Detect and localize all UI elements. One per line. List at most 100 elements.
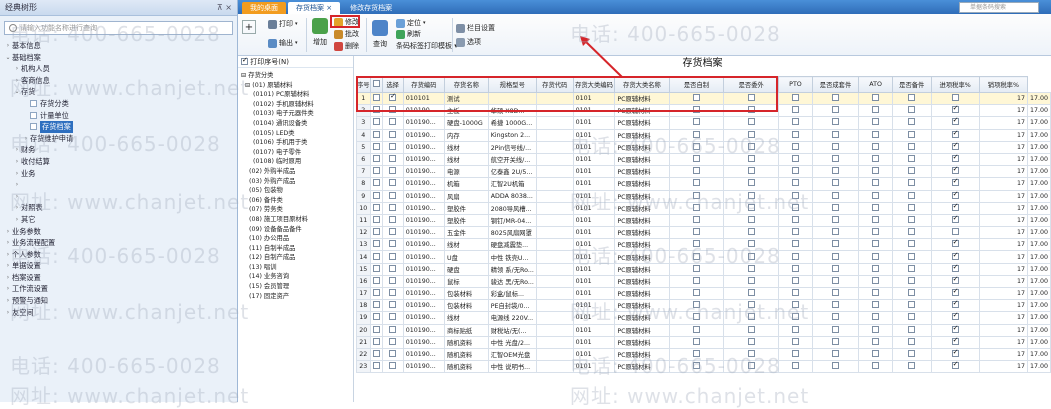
flag-checkbox[interactable]	[908, 167, 916, 175]
flag-checkbox-cell[interactable]	[723, 140, 780, 154]
flag-checkbox[interactable]	[791, 362, 799, 370]
flag-checkbox-cell[interactable]	[778, 238, 813, 252]
flag-checkbox-cell[interactable]	[930, 201, 980, 215]
flag-checkbox-cell[interactable]	[778, 311, 813, 325]
row-checkbox[interactable]	[372, 155, 380, 163]
flag-checkbox-cell[interactable]	[778, 250, 813, 264]
flag-checkbox-cell[interactable]	[858, 189, 893, 203]
select-checkbox[interactable]	[389, 313, 397, 321]
flag-checkbox-cell[interactable]	[891, 238, 932, 252]
flag-checkbox-cell[interactable]	[930, 104, 980, 118]
flag-checkbox-cell[interactable]	[930, 347, 980, 362]
row-checkbox-cell[interactable]	[369, 165, 383, 179]
flag-checkbox-cell[interactable]	[668, 323, 725, 337]
flag-checkbox[interactable]	[692, 240, 700, 248]
flag-checkbox[interactable]	[747, 191, 755, 199]
table-row[interactable]: 18 010190...包装材料PE自封袋/0... 0101PC原辅材料 1717.…	[356, 299, 1051, 313]
select-cell[interactable]	[381, 262, 404, 276]
flag-checkbox-cell[interactable]	[930, 274, 980, 289]
table-row[interactable]: 21 010190...随机资料中性 光盘/2... 0101PC原辅材料 1717.…	[356, 335, 1051, 349]
sidebar-item[interactable]: 存货档案	[4, 121, 237, 133]
select-checkbox[interactable]	[389, 325, 397, 333]
sidebar-item[interactable]: 计量单位	[4, 110, 237, 122]
flag-checkbox[interactable]	[747, 289, 755, 297]
category-node[interactable]: (05) 包装物	[241, 186, 353, 196]
column-header[interactable]: PTO	[778, 76, 813, 93]
flag-checkbox[interactable]	[832, 325, 840, 333]
flag-checkbox-cell[interactable]	[668, 128, 725, 142]
row-checkbox[interactable]	[372, 325, 380, 333]
flag-checkbox[interactable]	[692, 276, 700, 284]
flag-checkbox[interactable]	[951, 337, 959, 345]
flag-checkbox-cell[interactable]	[811, 152, 860, 167]
flag-checkbox-cell[interactable]	[811, 165, 860, 179]
select-cell[interactable]	[381, 177, 404, 191]
flag-checkbox[interactable]	[692, 325, 700, 333]
flag-checkbox-cell[interactable]	[858, 262, 893, 276]
flag-checkbox[interactable]	[908, 240, 916, 248]
flag-checkbox[interactable]	[832, 130, 840, 138]
flag-checkbox[interactable]	[908, 325, 916, 333]
flag-checkbox-cell[interactable]	[778, 152, 813, 167]
row-checkbox[interactable]	[372, 301, 380, 309]
flag-checkbox[interactable]	[872, 252, 880, 260]
flag-checkbox-cell[interactable]	[891, 104, 932, 118]
chevron-right-icon[interactable]: ›	[22, 133, 30, 145]
chevron-right-icon[interactable]: ›	[13, 144, 21, 156]
category-node[interactable]: (14) 业务咨询	[241, 272, 353, 282]
sidebar-item[interactable]: › 收付结算	[4, 156, 237, 168]
row-checkbox-cell[interactable]	[369, 274, 383, 289]
select-checkbox[interactable]	[389, 264, 397, 272]
row-checkbox-cell[interactable]	[369, 262, 383, 276]
flag-checkbox[interactable]	[951, 154, 959, 163]
table-row[interactable]: 5 010190...线材2Pin信号线/... 0101PC原辅材料 1717.00	[356, 140, 1051, 154]
flag-checkbox-cell[interactable]	[811, 360, 860, 374]
flag-checkbox-cell[interactable]	[811, 262, 860, 276]
row-checkbox[interactable]	[372, 142, 380, 150]
flag-checkbox[interactable]	[692, 215, 700, 223]
flag-checkbox-cell[interactable]	[858, 250, 893, 264]
flag-checkbox-cell[interactable]	[811, 274, 860, 289]
flag-checkbox-cell[interactable]	[930, 335, 980, 349]
flag-checkbox[interactable]	[692, 130, 700, 138]
row-checkbox[interactable]	[372, 130, 380, 138]
select-checkbox[interactable]	[389, 191, 397, 199]
flag-checkbox[interactable]	[791, 337, 799, 345]
flag-checkbox[interactable]	[872, 325, 880, 333]
flag-checkbox[interactable]	[908, 350, 916, 358]
flag-checkbox-cell[interactable]	[778, 262, 813, 276]
flag-checkbox[interactable]	[872, 289, 880, 297]
column-header[interactable]: 是否成套件	[811, 76, 860, 93]
flag-checkbox-cell[interactable]	[778, 335, 813, 349]
flag-checkbox-cell[interactable]	[891, 286, 932, 301]
sidebar-item[interactable]: › 基本信息	[4, 40, 237, 52]
sidebar-item[interactable]: › 友空间	[4, 307, 237, 319]
flag-checkbox-cell[interactable]	[668, 347, 725, 362]
row-checkbox-cell[interactable]	[369, 128, 383, 142]
chevron-down-icon[interactable]: ⌄	[13, 86, 21, 98]
flag-checkbox[interactable]	[791, 179, 799, 187]
flag-checkbox-cell[interactable]	[858, 286, 893, 301]
row-checkbox[interactable]	[372, 289, 380, 297]
tab-inventory-archive[interactable]: 存货档案 ×	[288, 2, 341, 14]
category-node[interactable]: (17) 固定资产	[241, 292, 353, 302]
flag-checkbox-cell[interactable]	[930, 213, 980, 228]
row-checkbox[interactable]	[372, 191, 380, 199]
flag-checkbox[interactable]	[791, 118, 799, 126]
tab-modify-inventory[interactable]: 修改存货档案	[342, 2, 400, 14]
chevron-right-icon[interactable]: ›	[13, 214, 21, 226]
category-node[interactable]: (08) 施工项目原材料	[241, 215, 353, 225]
flag-checkbox-cell[interactable]	[723, 189, 780, 203]
flag-checkbox-cell[interactable]	[723, 152, 780, 167]
flag-checkbox-cell[interactable]	[723, 250, 780, 264]
flag-checkbox[interactable]	[832, 301, 840, 309]
flag-checkbox-cell[interactable]	[858, 226, 893, 240]
tab-home[interactable]: 我的桌面	[242, 2, 286, 14]
flag-checkbox[interactable]	[692, 142, 700, 150]
flag-checkbox-cell[interactable]	[811, 116, 860, 130]
flag-checkbox-cell[interactable]	[723, 323, 780, 337]
sidebar-item[interactable]: › 工作流设置	[4, 283, 237, 295]
flag-checkbox-cell[interactable]	[723, 238, 780, 252]
flag-checkbox-cell[interactable]	[811, 177, 860, 191]
flag-checkbox-cell[interactable]	[778, 323, 813, 337]
